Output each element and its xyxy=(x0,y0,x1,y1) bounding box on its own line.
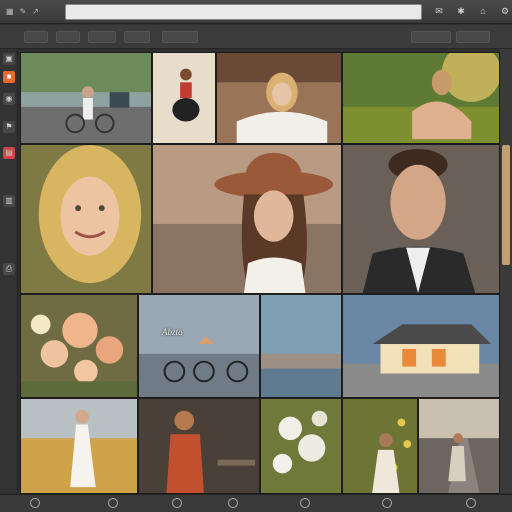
link-icon[interactable] xyxy=(172,498,182,508)
toolbar-right-button-2[interactable] xyxy=(456,31,490,43)
mail-icon[interactable]: ✉ xyxy=(432,6,446,17)
arrow-icon[interactable]: ↗ xyxy=(32,7,39,16)
woman-wheat-field-photo[interactable] xyxy=(20,398,138,494)
photo-gallery-app: ▦ ✎ ↗ ✉ ✱ ⌂ ⚙ ▣ ■ ◉ ⚑ ▤ ▥ ⎙ Abzta xyxy=(0,0,512,512)
grid-icon[interactable]: ▦ xyxy=(6,7,14,16)
white-flowers-photo[interactable] xyxy=(260,398,342,494)
import-icon[interactable]: ■ xyxy=(3,71,15,83)
photo-grid: Abzta xyxy=(20,52,500,494)
woman-road-photo[interactable] xyxy=(418,398,500,494)
print-icon[interactable]: ⎙ xyxy=(3,263,15,275)
toolbar-right xyxy=(411,31,490,43)
settings-icon[interactable]: ⚙ xyxy=(498,6,512,17)
house-sunset-photo[interactable] xyxy=(342,294,500,398)
toolbar-button-1[interactable] xyxy=(24,30,48,43)
toolbar-button-3[interactable] xyxy=(88,30,116,43)
scrollbar-thumb[interactable] xyxy=(502,145,510,265)
flag-icon[interactable]: ⚑ xyxy=(3,121,15,133)
woman-field-photo[interactable] xyxy=(342,52,500,144)
left-sidebar: ▣ ■ ◉ ⚑ ▤ ▥ ⎙ xyxy=(0,49,18,493)
star-icon[interactable]: ✱ xyxy=(454,6,468,17)
window-controls: ✉ ✱ ⌂ ⚙ xyxy=(432,6,512,17)
layer-icon[interactable]: ▥ xyxy=(3,195,15,207)
sea-horizon-photo[interactable] xyxy=(260,294,342,398)
folder-icon[interactable]: ▣ xyxy=(3,53,15,65)
edit-icon[interactable]: ✎ xyxy=(20,7,27,16)
woman-flowers-photo[interactable] xyxy=(342,398,418,494)
woman-chair-photo[interactable] xyxy=(152,52,216,144)
roses-bouquet-photo[interactable] xyxy=(20,294,138,398)
scrollbar[interactable] xyxy=(500,49,512,493)
toolbar-button-5[interactable] xyxy=(162,30,198,43)
woman-spa-photo[interactable] xyxy=(216,52,342,144)
menu-icons: ▦ ✎ ↗ xyxy=(0,7,65,16)
eye-icon[interactable] xyxy=(300,498,310,508)
tag-icon[interactable] xyxy=(382,498,392,508)
blonde-woman-portrait[interactable] xyxy=(20,144,152,294)
share-icon[interactable] xyxy=(108,498,118,508)
bottom-toolbar xyxy=(0,494,512,512)
title-bar: ▦ ✎ ↗ ✉ ✱ ⌂ ⚙ xyxy=(0,0,512,24)
address-bar[interactable] xyxy=(64,3,422,20)
image-watermark: Abzta xyxy=(162,327,183,337)
woman-hat-portrait[interactable] xyxy=(152,144,342,294)
toolbar-right-button-1[interactable] xyxy=(411,31,451,43)
delete-icon[interactable] xyxy=(466,498,476,508)
gift-icon[interactable]: ▤ xyxy=(3,147,15,159)
back-icon[interactable] xyxy=(30,498,40,508)
info-icon[interactable] xyxy=(228,498,238,508)
man-portrait[interactable] xyxy=(342,144,500,294)
toolbar xyxy=(0,25,512,49)
toolbar-button-2[interactable] xyxy=(56,30,80,43)
couple-bicycle-photo[interactable] xyxy=(20,52,152,144)
woman-red-dress-photo[interactable] xyxy=(138,398,260,494)
bicycles-pier-photo[interactable] xyxy=(138,294,260,398)
tag-icon[interactable]: ⌂ xyxy=(476,6,490,17)
globe-icon[interactable]: ◉ xyxy=(3,93,15,105)
toolbar-button-4[interactable] xyxy=(124,30,150,43)
